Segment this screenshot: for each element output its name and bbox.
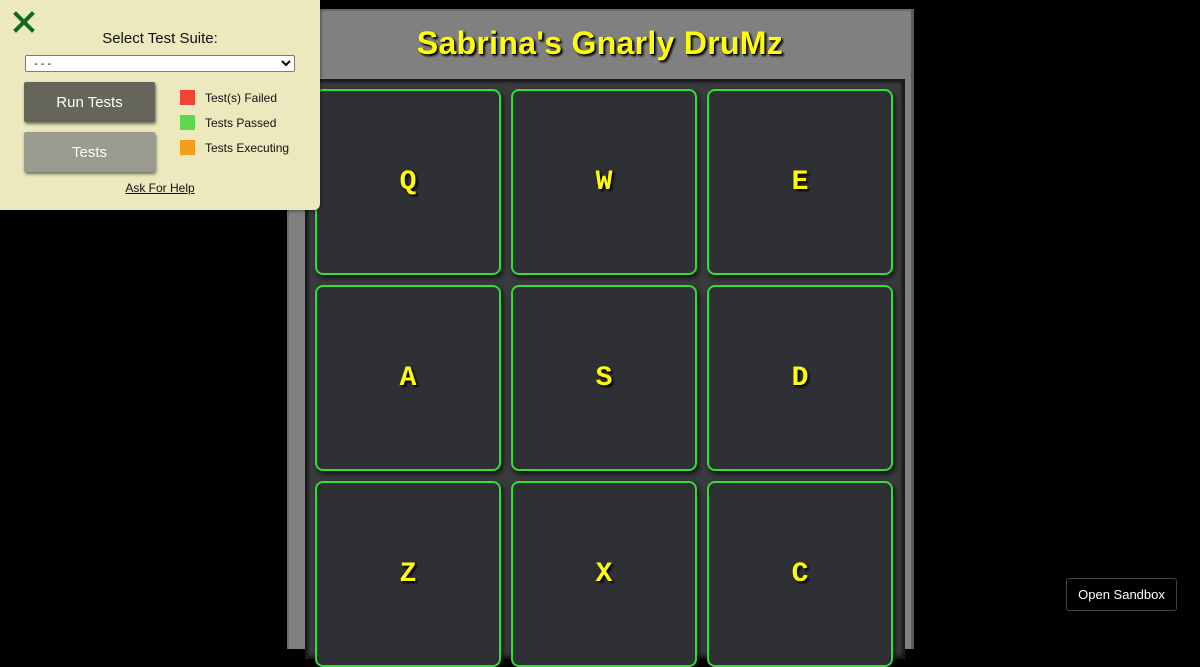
drum-pad-e[interactable]: E <box>707 89 893 275</box>
pad-key-label: E <box>791 166 809 198</box>
drum-pad-d[interactable]: D <box>707 285 893 471</box>
test-suite-select[interactable]: - - - <box>25 55 295 72</box>
pad-key-label: D <box>791 362 809 394</box>
drum-pad-w[interactable]: W <box>511 89 697 275</box>
drum-pad-x[interactable]: X <box>511 481 697 667</box>
drum-machine-title: Sabrina's Gnarly DruMz <box>416 25 784 61</box>
pad-key-label: W <box>595 166 613 198</box>
legend-label: Tests Passed <box>205 115 277 130</box>
drum-pad-z[interactable]: Z <box>315 481 501 667</box>
legend-swatch-executing <box>180 140 195 155</box>
drum-pad-s[interactable]: S <box>511 285 697 471</box>
drum-pad-c[interactable]: C <box>707 481 893 667</box>
open-sandbox-button[interactable]: Open Sandbox <box>1066 578 1177 611</box>
legend-swatch-failed <box>180 90 195 105</box>
pad-key-label: S <box>595 362 613 394</box>
run-tests-button[interactable]: Run Tests <box>24 82 155 122</box>
test-suite-label: Select Test Suite: <box>102 30 218 47</box>
legend-item-executing: Tests Executing <box>180 140 289 155</box>
pad-key-label: X <box>595 558 613 590</box>
legend-label: Tests Executing <box>205 140 290 155</box>
drum-pad-q[interactable]: Q <box>315 89 501 275</box>
ask-for-help-link[interactable]: Ask For Help <box>0 181 320 195</box>
pad-key-label: A <box>399 362 417 394</box>
pad-key-label: Z <box>399 558 417 590</box>
drum-machine: Sabrina's Gnarly DruMz Q W E A S D Z X C <box>287 9 914 667</box>
pad-key-label: Q <box>399 166 417 198</box>
pad-key-label: C <box>791 558 809 590</box>
drum-pad-a[interactable]: A <box>315 285 501 471</box>
test-panel: Select Test Suite: - - - Run Tests Tests… <box>0 0 320 210</box>
pad-bank: Q W E A S D Z X C <box>305 79 905 667</box>
legend-item-failed: Test(s) Failed <box>180 90 277 105</box>
legend-label: Test(s) Failed <box>205 90 278 105</box>
tests-button[interactable]: Tests <box>24 132 155 172</box>
legend-swatch-passed <box>180 115 195 130</box>
legend-item-passed: Tests Passed <box>180 115 276 130</box>
